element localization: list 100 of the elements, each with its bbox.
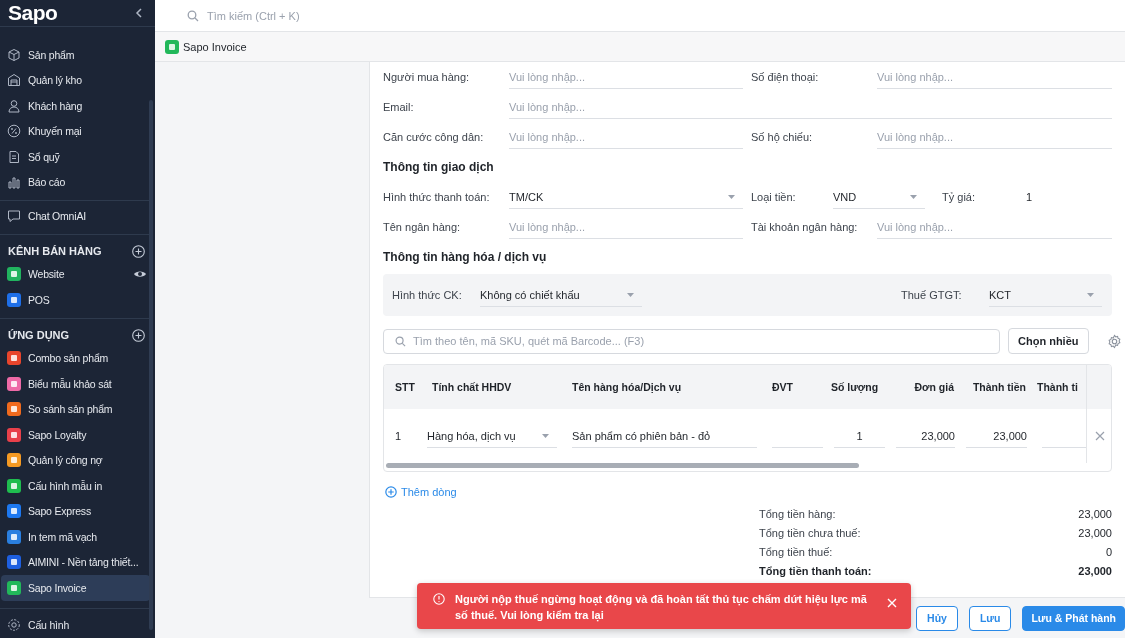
scrollbar[interactable] xyxy=(386,463,859,468)
exchange-rate: 1 xyxy=(1026,191,1033,203)
warehouse-icon xyxy=(7,73,21,88)
select-field[interactable]: Hàng hóa, dịch vụ xyxy=(427,424,557,448)
toast-message: Người nộp thuế ngừng hoạt động và đã hoàn tất thủ tục chấm dứt hiệu lực mã số thuế. Vui lòng kiểm tra lại xyxy=(455,592,868,623)
sidebar-item[interactable]: Khuyến mại xyxy=(1,118,150,144)
eye-icon[interactable] xyxy=(133,269,147,280)
column-header: ĐVT xyxy=(771,381,794,393)
sidebar-item[interactable]: Sapo Loyalty xyxy=(1,422,150,448)
select-field[interactable]: VND xyxy=(833,185,925,209)
input-field[interactable]: Vui lòng nhập... xyxy=(509,95,1112,119)
chart-icon xyxy=(7,175,21,190)
sidebar-item[interactable]: In tem mã vạch xyxy=(1,524,150,550)
input-field[interactable]: 23,000 xyxy=(966,424,1027,448)
sidebar-item[interactable]: Sapo Express xyxy=(1,498,150,524)
sidebar-item[interactable]: Sổ quỹ xyxy=(1,144,150,170)
field-label: Email: xyxy=(383,101,415,113)
chat-icon xyxy=(7,208,21,223)
total-value: 23,000 xyxy=(1078,508,1112,520)
sapo-logo[interactable]: Sapo xyxy=(8,1,58,25)
field-label: Thuế GTGT: xyxy=(901,289,963,301)
input-field[interactable]: Vui lòng nhập... xyxy=(877,125,1112,149)
column-header: Đơn giá xyxy=(913,381,955,393)
field-label: Hình thức thanh toán: xyxy=(383,191,491,203)
sidebar-item[interactable]: Quản lý công nợ xyxy=(1,447,150,473)
sidebar-item[interactable]: Sapo Invoice xyxy=(1,575,150,601)
caret-icon xyxy=(1087,292,1094,297)
action-button[interactable]: Lưu xyxy=(968,605,1012,631)
ledger-icon xyxy=(7,149,21,164)
add-row-link[interactable]: Thêm dòng xyxy=(385,486,457,498)
field-label: Tài khoản ngân hàng: xyxy=(751,221,859,233)
column-header: Số lượng xyxy=(830,381,880,393)
input-field[interactable]: Vui lòng nhập... xyxy=(509,125,743,149)
input-field[interactable]: Vui lòng nhập... xyxy=(877,215,1112,239)
total-label: Tổng tiền thuế: xyxy=(759,546,834,558)
sidebar-item[interactable]: Cấu hình xyxy=(1,612,150,638)
input-field[interactable]: Sản phẩm có phiên bản - đỏ xyxy=(572,424,757,448)
field-label: Căn cước công dân: xyxy=(383,131,485,143)
sidebar-item[interactable]: POS xyxy=(1,287,150,313)
total-value: 23,000 xyxy=(1078,527,1112,539)
caret-icon xyxy=(910,194,917,199)
sidebar-item[interactable]: Cấu hình mẫu in xyxy=(1,473,150,499)
settings-icon[interactable] xyxy=(1106,333,1122,349)
search-icon xyxy=(187,9,199,22)
sidebar-item[interactable]: Chat OmniAI xyxy=(1,203,150,229)
settings-icon xyxy=(7,618,21,633)
select-field[interactable]: KCT xyxy=(989,283,1102,307)
product-search-field[interactable]: Tìm theo tên, mã SKU, quét mã Barcode... (F3) xyxy=(383,328,1000,354)
sidebar-item[interactable]: Website xyxy=(1,261,150,287)
alert-icon xyxy=(433,593,445,605)
input-field[interactable]: Vui lòng nhập... xyxy=(877,65,1112,89)
field-label: Số hộ chiếu: xyxy=(751,131,814,143)
input-field[interactable]: Vui lòng nhập... xyxy=(509,65,743,89)
table-cell-text: 1 xyxy=(394,430,403,442)
field-label: Người mua hàng: xyxy=(383,71,471,83)
section-heading: ỨNG DỤNG xyxy=(8,329,70,341)
add-icon[interactable] xyxy=(132,328,145,342)
total-label: Tổng tiền thanh toán: xyxy=(759,565,873,577)
column-header: Thành tiền xyxy=(971,381,1027,393)
sidebar-item[interactable]: Sản phẩm xyxy=(1,42,150,68)
input-field[interactable]: 1 xyxy=(834,424,885,448)
field-label: Loại tiền: xyxy=(751,191,797,203)
section-heading: KÊNH BÁN HÀNG xyxy=(8,245,102,257)
select-field[interactable]: TM/CK xyxy=(509,185,743,209)
column-header: Tên hàng hóa/Dịch vụ xyxy=(571,381,683,393)
sidebar-item[interactable]: Khách hàng xyxy=(1,93,150,119)
sidebar-item[interactable]: So sánh sản phẩm xyxy=(1,396,150,422)
total-label: Tổng tiền hàng: xyxy=(759,508,837,520)
column-header: Thành ti xyxy=(1036,381,1079,393)
action-button[interactable]: Lưu & Phát hành xyxy=(1022,605,1125,631)
field-label: Tên ngân hàng: xyxy=(383,221,462,233)
person-icon xyxy=(7,98,21,113)
field-label: Hình thức CK: xyxy=(392,289,463,301)
app-icon xyxy=(165,39,179,54)
total-value: 23,000 xyxy=(1078,565,1112,577)
add-icon[interactable] xyxy=(132,244,145,258)
add-icon xyxy=(385,486,397,498)
box-icon xyxy=(7,47,21,62)
sidebar-item[interactable]: Biểu mẫu khảo sát xyxy=(1,371,150,397)
total-value: 0 xyxy=(1104,546,1112,558)
input-field[interactable]: Vui lòng nhập... xyxy=(509,215,743,239)
app-title: Sapo Invoice xyxy=(183,40,247,53)
column-header: Tính chất HHDV xyxy=(431,381,513,393)
collapse-icon[interactable] xyxy=(135,8,143,18)
caret-icon xyxy=(728,194,735,199)
select-multiple-button[interactable]: Chọn nhiều xyxy=(1008,328,1089,354)
sidebar-item[interactable]: Quản lý kho xyxy=(1,67,150,93)
sidebar-item[interactable]: Báo cáo xyxy=(1,169,150,195)
sidebar-item[interactable]: Combo sản phẩm xyxy=(1,345,150,371)
action-button[interactable]: Hủy xyxy=(916,605,958,631)
close-icon[interactable] xyxy=(1094,431,1105,441)
total-label: Tổng tiền chưa thuế: xyxy=(759,527,862,539)
caret-icon xyxy=(542,433,549,438)
field-label: Số điện thoại: xyxy=(751,71,820,83)
input-field[interactable]: 23,000 xyxy=(896,424,955,448)
section-title: Thông tin hàng hóa / dịch vụ xyxy=(383,249,548,266)
column-header: STT xyxy=(394,381,416,393)
discount-icon xyxy=(7,124,21,139)
sidebar-item[interactable]: AIMINI - Nền tảng thiết... xyxy=(1,549,150,575)
select-field[interactable]: Không có chiết khấu xyxy=(480,283,642,307)
